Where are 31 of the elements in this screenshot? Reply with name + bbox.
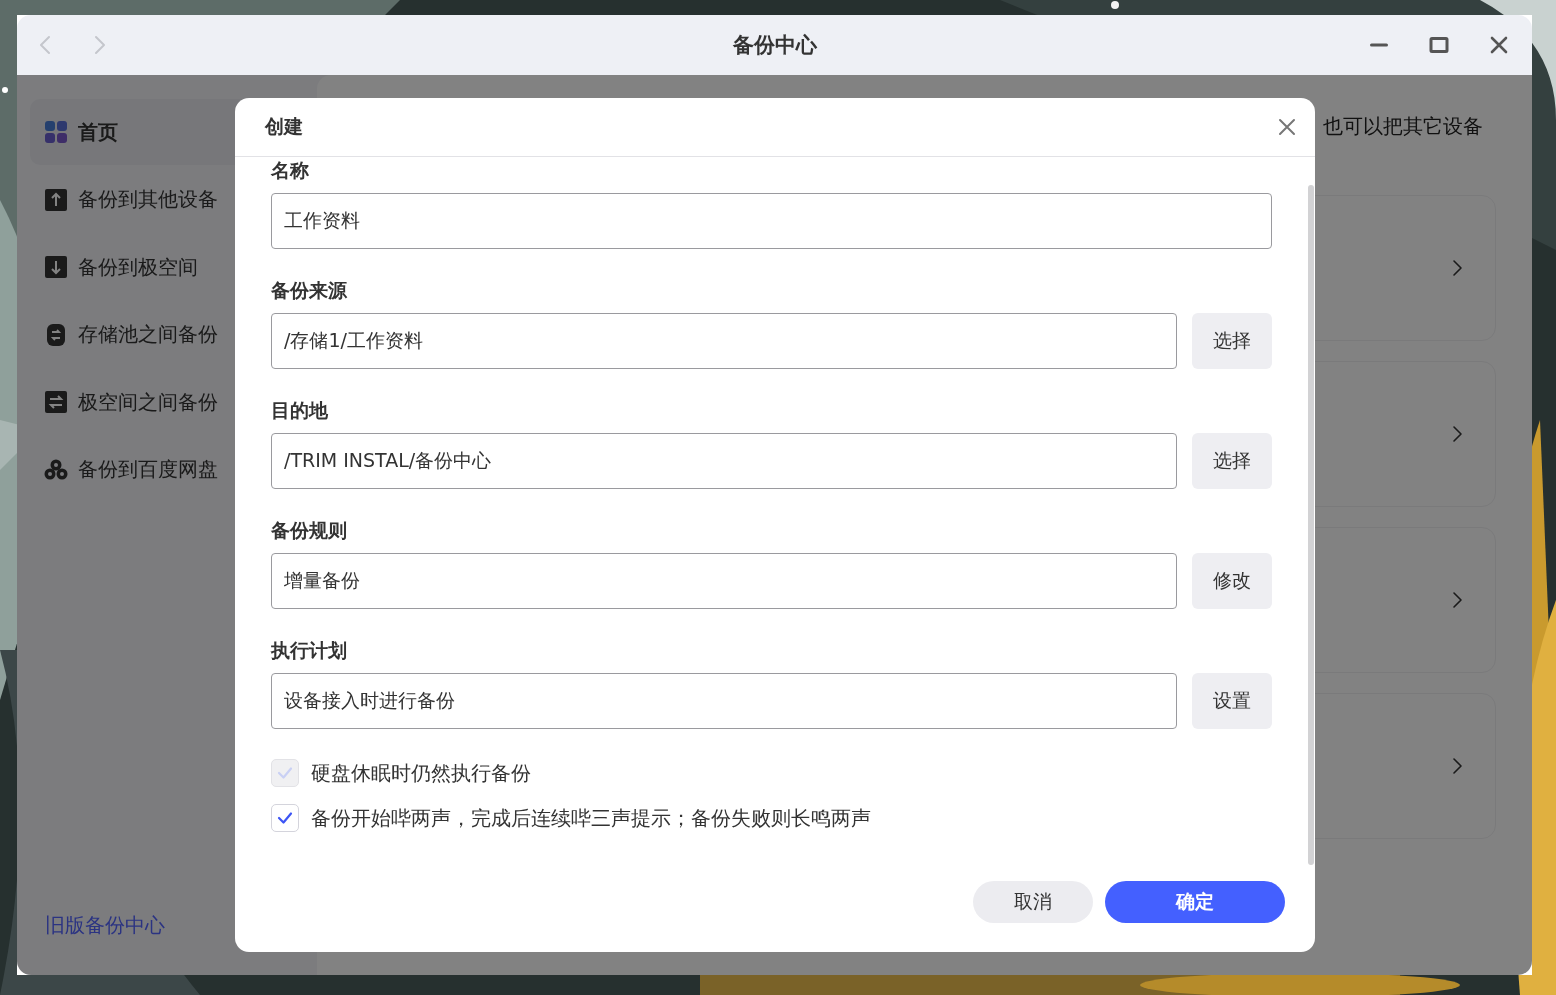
download-icon — [44, 255, 68, 279]
page-heading: 也可以把其它设备 — [1323, 113, 1483, 140]
option-label: 硬盘休眠时仍然执行备份 — [311, 759, 531, 787]
cancel-button[interactable]: 取消 — [973, 881, 1093, 923]
select-button[interactable]: 选择 — [1192, 433, 1272, 489]
confirm-button[interactable]: 确定 — [1105, 881, 1285, 923]
close-icon[interactable] — [1489, 35, 1509, 55]
window-title: 备份中心 — [732, 32, 817, 59]
field-label: 执行计划 — [271, 638, 348, 663]
field-label: 备份来源 — [271, 278, 348, 303]
database-icon — [44, 322, 68, 347]
swap-icon — [44, 390, 68, 414]
select-button[interactable]: 修改 — [1192, 553, 1272, 609]
input-field[interactable]: 工作资料 — [271, 193, 1272, 249]
select-button[interactable]: 选择 — [1192, 313, 1272, 369]
checkbox[interactable] — [271, 804, 299, 832]
scrollbar[interactable] — [1308, 185, 1314, 865]
dialog-title: 创建 — [265, 114, 303, 139]
input-field[interactable]: /存储1/工作资料 — [271, 313, 1177, 369]
option-label: 备份开始哔两声，完成后连续哔三声提示；备份失败则长鸣两声 — [311, 804, 871, 832]
input-field[interactable]: /TRIM INSTAL/备份中心 — [271, 433, 1177, 489]
field-label: 目的地 — [271, 398, 329, 423]
upload-icon — [44, 187, 68, 212]
cloud-icon — [44, 457, 68, 482]
field-label: 备份规则 — [271, 518, 348, 543]
input-field[interactable]: 设备接入时进行备份 — [271, 673, 1177, 729]
input-field[interactable]: 增量备份 — [271, 553, 1177, 609]
select-button[interactable]: 设置 — [1192, 673, 1272, 729]
maximize-icon[interactable] — [1429, 35, 1449, 55]
grid-icon — [44, 120, 68, 144]
close-icon[interactable] — [1277, 117, 1297, 137]
